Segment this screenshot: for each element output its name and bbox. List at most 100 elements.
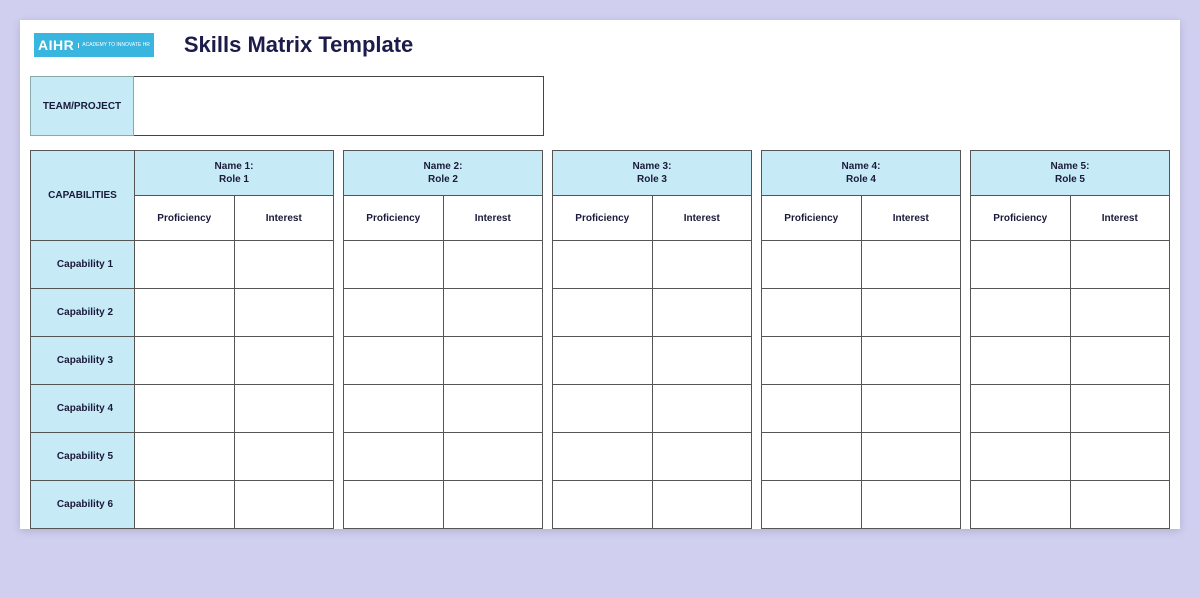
column-gap <box>961 337 971 385</box>
interest-cell[interactable] <box>1070 289 1170 337</box>
interest-cell[interactable] <box>1070 337 1170 385</box>
proficiency-cell[interactable] <box>344 385 444 433</box>
proficiency-cell[interactable] <box>553 289 653 337</box>
column-gap <box>334 289 344 337</box>
subhead-proficiency: Proficiency <box>135 196 235 241</box>
capability-label: Capability 6 <box>31 481 135 529</box>
column-gap <box>334 433 344 481</box>
table-row: Capability 1 <box>31 241 1170 289</box>
proficiency-cell[interactable] <box>762 241 862 289</box>
column-gap <box>334 241 344 289</box>
interest-cell[interactable] <box>443 289 543 337</box>
interest-cell[interactable] <box>234 289 334 337</box>
column-gap <box>961 481 971 529</box>
column-gap <box>543 433 553 481</box>
capabilities-header: CAPABILITIES <box>31 151 135 241</box>
capability-label: Capability 3 <box>31 337 135 385</box>
team-project-label: TEAM/PROJECT <box>30 76 134 136</box>
column-gap <box>752 337 762 385</box>
proficiency-cell[interactable] <box>344 241 444 289</box>
table-row: Capability 4 <box>31 385 1170 433</box>
column-gap <box>961 151 971 241</box>
interest-cell[interactable] <box>861 385 961 433</box>
proficiency-cell[interactable] <box>135 337 235 385</box>
logo-subtitle: ACADEMY TO INNOVATE HR <box>78 43 150 48</box>
proficiency-cell[interactable] <box>344 337 444 385</box>
proficiency-cell[interactable] <box>762 337 862 385</box>
person-header-3: Name 3: Role 3 <box>553 151 752 196</box>
interest-cell[interactable] <box>861 241 961 289</box>
proficiency-cell[interactable] <box>344 289 444 337</box>
interest-cell[interactable] <box>1070 481 1170 529</box>
column-gap <box>334 481 344 529</box>
proficiency-cell[interactable] <box>135 433 235 481</box>
interest-cell[interactable] <box>652 385 752 433</box>
subhead-proficiency: Proficiency <box>344 196 444 241</box>
proficiency-cell[interactable] <box>971 337 1071 385</box>
proficiency-cell[interactable] <box>971 289 1071 337</box>
interest-cell[interactable] <box>652 337 752 385</box>
column-gap <box>752 151 762 241</box>
capability-label: Capability 2 <box>31 289 135 337</box>
interest-cell[interactable] <box>443 241 543 289</box>
proficiency-cell[interactable] <box>135 385 235 433</box>
column-gap <box>752 481 762 529</box>
interest-cell[interactable] <box>443 385 543 433</box>
header-row: AIHR ACADEMY TO INNOVATE HR Skills Matri… <box>30 32 1170 58</box>
interest-cell[interactable] <box>443 337 543 385</box>
proficiency-cell[interactable] <box>762 289 862 337</box>
proficiency-cell[interactable] <box>344 481 444 529</box>
column-gap <box>543 385 553 433</box>
column-gap <box>543 481 553 529</box>
interest-cell[interactable] <box>443 481 543 529</box>
interest-cell[interactable] <box>1070 385 1170 433</box>
interest-cell[interactable] <box>861 337 961 385</box>
interest-cell[interactable] <box>234 433 334 481</box>
proficiency-cell[interactable] <box>135 481 235 529</box>
proficiency-cell[interactable] <box>971 481 1071 529</box>
proficiency-cell[interactable] <box>553 481 653 529</box>
interest-cell[interactable] <box>234 337 334 385</box>
team-project-input[interactable] <box>134 76 544 136</box>
proficiency-cell[interactable] <box>135 289 235 337</box>
interest-cell[interactable] <box>652 481 752 529</box>
interest-cell[interactable] <box>861 433 961 481</box>
interest-cell[interactable] <box>861 289 961 337</box>
interest-cell[interactable] <box>861 481 961 529</box>
proficiency-cell[interactable] <box>762 433 862 481</box>
proficiency-cell[interactable] <box>971 385 1071 433</box>
interest-cell[interactable] <box>652 433 752 481</box>
column-gap <box>334 151 344 241</box>
subhead-proficiency: Proficiency <box>553 196 653 241</box>
proficiency-cell[interactable] <box>762 385 862 433</box>
interest-cell[interactable] <box>234 385 334 433</box>
proficiency-cell[interactable] <box>344 433 444 481</box>
proficiency-cell[interactable] <box>553 385 653 433</box>
interest-cell[interactable] <box>652 289 752 337</box>
proficiency-cell[interactable] <box>553 433 653 481</box>
subhead-proficiency: Proficiency <box>971 196 1071 241</box>
person-header-2: Name 2: Role 2 <box>344 151 543 196</box>
column-gap <box>334 337 344 385</box>
column-gap <box>543 289 553 337</box>
proficiency-cell[interactable] <box>553 241 653 289</box>
interest-cell[interactable] <box>1070 433 1170 481</box>
interest-cell[interactable] <box>234 481 334 529</box>
proficiency-cell[interactable] <box>971 241 1071 289</box>
person-header-4: Name 4: Role 4 <box>762 151 961 196</box>
proficiency-cell[interactable] <box>762 481 862 529</box>
interest-cell[interactable] <box>652 241 752 289</box>
team-project-row: TEAM/PROJECT <box>30 76 1170 136</box>
column-gap <box>752 433 762 481</box>
interest-cell[interactable] <box>234 241 334 289</box>
table-row: Capability 2 <box>31 289 1170 337</box>
subhead-interest: Interest <box>443 196 543 241</box>
interest-cell[interactable] <box>443 433 543 481</box>
person-header-1: Name 1: Role 1 <box>135 151 334 196</box>
proficiency-cell[interactable] <box>135 241 235 289</box>
interest-cell[interactable] <box>1070 241 1170 289</box>
proficiency-cell[interactable] <box>553 337 653 385</box>
proficiency-cell[interactable] <box>971 433 1071 481</box>
column-gap <box>961 385 971 433</box>
column-gap <box>543 151 553 241</box>
